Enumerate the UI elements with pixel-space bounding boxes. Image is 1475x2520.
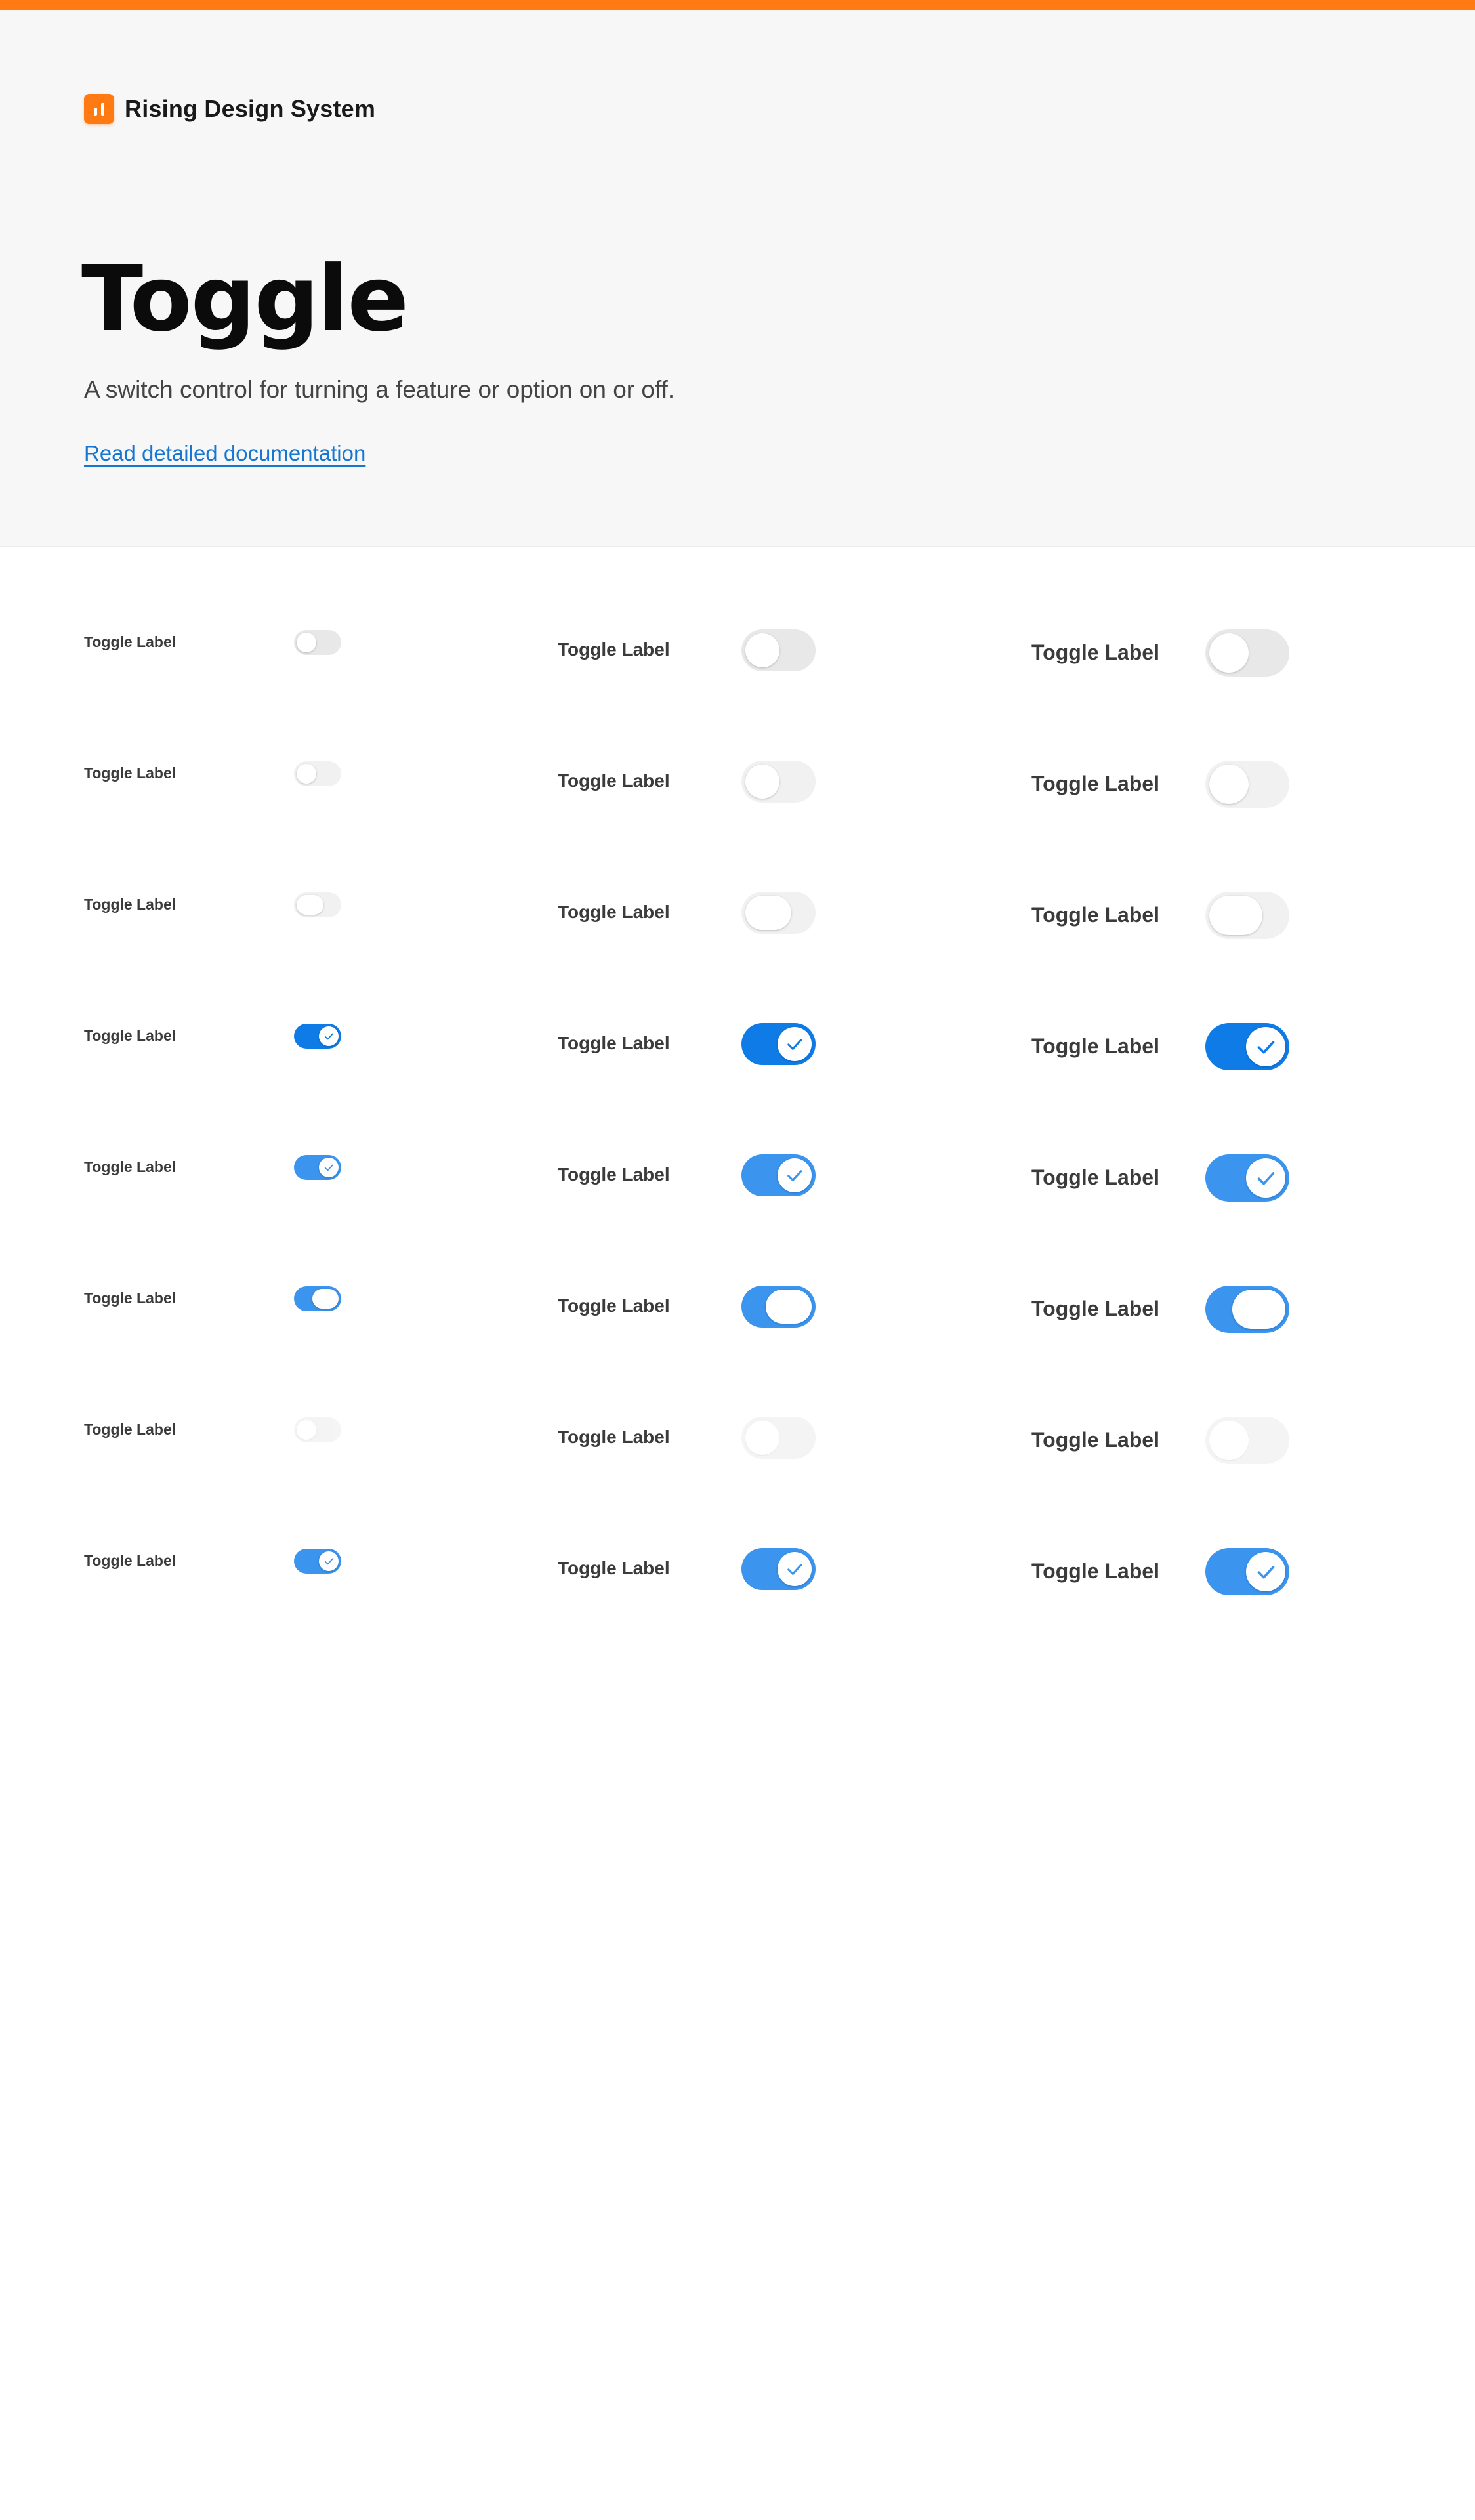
toggle-switch[interactable]	[294, 630, 341, 655]
toggle-switch[interactable]	[294, 1549, 341, 1574]
check-icon	[787, 1038, 802, 1050]
toggle-knob	[778, 1027, 812, 1061]
toggle-label: Toggle Label	[1031, 1427, 1159, 1452]
toggle-knob	[319, 1551, 339, 1571]
toggle-knob	[745, 633, 779, 667]
toggle-knob	[745, 896, 792, 930]
toggle-knob	[1232, 1290, 1285, 1329]
toggle-knob	[745, 1421, 779, 1455]
toggle-label: Toggle Label	[1031, 640, 1159, 664]
toggle-label: Toggle Label	[84, 1027, 177, 1045]
toggle-switch[interactable]	[741, 1548, 816, 1590]
toggle-switch[interactable]	[741, 1154, 816, 1196]
toggle-switch[interactable]	[294, 1418, 341, 1442]
toggle-knob	[1246, 1158, 1285, 1198]
page-subtitle: A switch control for turning a feature o…	[84, 376, 675, 403]
hero-section: Rising Design System Toggle A switch con…	[0, 10, 1475, 547]
toggle-knob	[312, 1289, 339, 1309]
toggle-label: Toggle Label	[84, 1158, 177, 1176]
check-icon	[787, 1169, 802, 1181]
page-title: Toggle	[81, 246, 409, 352]
toggle-label: Toggle Label	[1031, 1559, 1159, 1583]
toggle-switch[interactable]	[741, 1286, 816, 1328]
toggle-knob	[1209, 1421, 1249, 1460]
check-icon	[324, 1033, 333, 1040]
toggle-knob	[1246, 1027, 1285, 1066]
toggle-label: Toggle Label	[84, 1421, 177, 1438]
toggle-switch[interactable]	[294, 892, 341, 917]
toggle-label: Toggle Label	[558, 1295, 670, 1316]
toggle-switch[interactable]	[741, 1417, 816, 1459]
toggle-label: Toggle Label	[1031, 1034, 1159, 1058]
toggle-label: Toggle Label	[558, 902, 670, 923]
toggle-label: Toggle Label	[558, 1427, 670, 1448]
toggle-switch[interactable]	[1205, 629, 1289, 677]
toggle-label: Toggle Label	[558, 1558, 670, 1579]
toggle-knob	[297, 764, 316, 784]
check-icon	[1257, 1565, 1274, 1579]
toggle-knob	[1209, 765, 1249, 804]
toggle-switch[interactable]	[741, 1023, 816, 1065]
toggle-label: Toggle Label	[84, 765, 177, 782]
toggle-knob	[319, 1158, 339, 1177]
toggle-label: Toggle Label	[1031, 1296, 1159, 1320]
check-icon	[1257, 1040, 1274, 1054]
brand-name: Rising Design System	[125, 95, 376, 122]
toggle-knob	[778, 1158, 812, 1192]
toggle-label: Toggle Label	[1031, 1165, 1159, 1189]
toggle-label: Toggle Label	[84, 633, 177, 651]
toggle-switch[interactable]	[1205, 761, 1289, 808]
toggle-switch[interactable]	[741, 761, 816, 803]
toggle-knob	[297, 1420, 316, 1440]
toggle-switch[interactable]	[1205, 1154, 1289, 1202]
brand-logo-icon	[84, 94, 114, 124]
toggle-switch[interactable]	[1205, 1023, 1289, 1070]
toggle-switch[interactable]	[294, 1024, 341, 1049]
toggle-label: Toggle Label	[84, 1290, 177, 1307]
toggle-switch[interactable]	[1205, 1417, 1289, 1464]
toggle-knob	[765, 1290, 812, 1324]
toggle-label: Toggle Label	[84, 896, 177, 914]
toggle-knob	[319, 1026, 339, 1046]
toggle-switch[interactable]	[1205, 892, 1289, 939]
brand[interactable]: Rising Design System	[84, 94, 375, 124]
documentation-link[interactable]: Read detailed documentation	[84, 441, 365, 466]
toggle-label: Toggle Label	[558, 1033, 670, 1054]
toggle-switch[interactable]	[294, 761, 341, 786]
toggle-knob	[778, 1552, 812, 1586]
toggle-label: Toggle Label	[558, 639, 670, 660]
top-accent-bar	[0, 0, 1475, 10]
toggle-label: Toggle Label	[1031, 771, 1159, 795]
toggle-switch[interactable]	[294, 1155, 341, 1180]
toggle-switch[interactable]	[741, 629, 816, 671]
toggle-switch[interactable]	[1205, 1286, 1289, 1333]
toggle-switch[interactable]	[1205, 1548, 1289, 1595]
toggle-label: Toggle Label	[558, 770, 670, 791]
toggle-knob	[745, 765, 779, 799]
check-icon	[787, 1563, 802, 1575]
toggle-knob	[1246, 1552, 1285, 1591]
toggle-label: Toggle Label	[558, 1164, 670, 1185]
toggle-label: Toggle Label	[84, 1552, 177, 1570]
toggle-label: Toggle Label	[1031, 902, 1159, 927]
check-icon	[324, 1558, 333, 1565]
toggle-knob	[1209, 633, 1249, 673]
toggle-switch[interactable]	[294, 1286, 341, 1311]
toggle-knob	[297, 895, 323, 915]
toggle-knob	[297, 633, 316, 652]
check-icon	[1257, 1171, 1274, 1185]
check-icon	[324, 1164, 333, 1171]
toggle-knob	[1209, 896, 1262, 935]
toggle-switch[interactable]	[741, 892, 816, 934]
